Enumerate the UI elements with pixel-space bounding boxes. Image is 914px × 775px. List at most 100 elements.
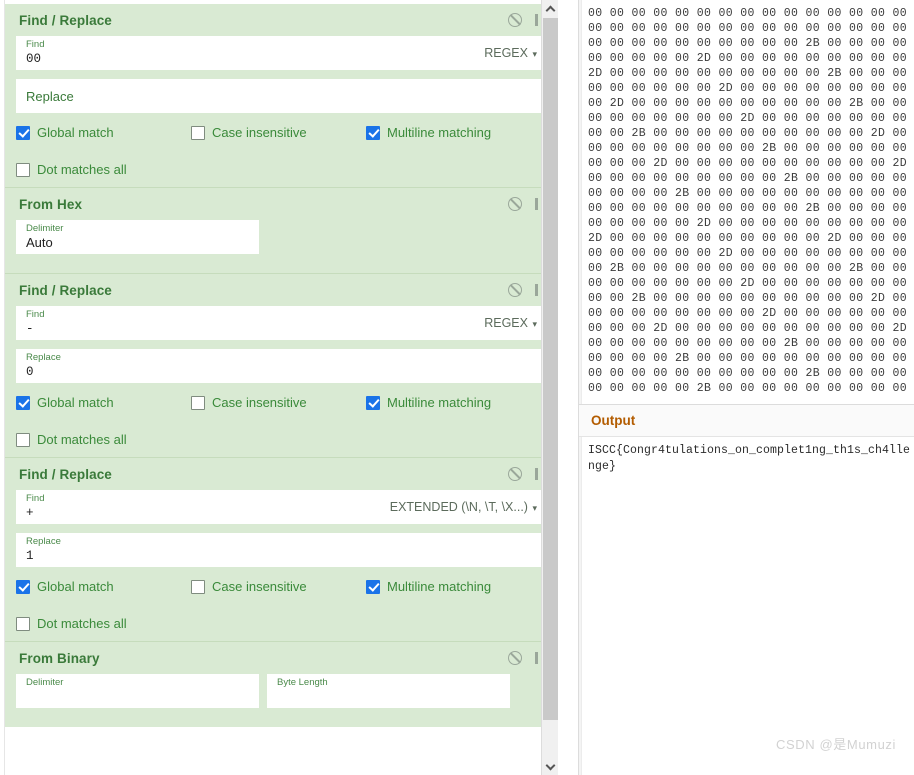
input-hex-line: 00 00 00 00 00 00 00 00 00 00 00 00 00 0…	[588, 22, 914, 35]
ban-icon[interactable]	[508, 467, 522, 481]
operation-title: Find / Replace	[19, 12, 112, 28]
operation-header[interactable]: From Hex	[5, 188, 558, 220]
input-hex-line: 00 00 00 00 00 2B 00 00 00 00 00 00 00 0…	[588, 382, 914, 395]
operation-arg-field[interactable]: Replace	[16, 79, 547, 113]
operation-arg-field[interactable]: Delimiter Auto	[16, 220, 259, 254]
checkbox-checked-icon[interactable]	[366, 579, 380, 594]
field-mode-dropdown[interactable]: REGEX ▾	[484, 316, 537, 330]
checkbox-checked-icon[interactable]	[16, 125, 30, 140]
operation-checkbox[interactable]: Dot matches all	[16, 162, 127, 177]
input-hex-line: 00 00 00 00 00 00 00 00 00 2B 00 00 00 0…	[588, 172, 914, 185]
operation-arg-field[interactable]: Replace 0	[16, 349, 547, 383]
io-pane: 00 00 00 00 00 00 00 00 00 00 00 00 00 0…	[578, 0, 914, 775]
recipe-operation[interactable]: Find / Replace Find - REGEX ▾ Replace 0 Global…	[5, 274, 558, 458]
ban-icon[interactable]	[508, 13, 522, 27]
field-row: Delimiter Auto	[5, 220, 558, 254]
input-hex-line: 00 2B 00 00 00 00 00 00 00 00 00 00 2B 0…	[588, 262, 914, 275]
output-gutter	[579, 437, 582, 775]
operation-checkbox[interactable]: Global match	[16, 395, 191, 410]
operation-arg-field[interactable]: Replace 1	[16, 533, 547, 567]
field-row: Replace 0	[5, 349, 558, 383]
operation-arg-field[interactable]: Find 00 REGEX ▾	[16, 36, 547, 70]
input-hex-line: 00 00 2B 00 00 00 00 00 00 00 00 00 00 2…	[588, 292, 914, 305]
input-hex-lines: 00 00 00 00 00 00 00 00 00 00 00 00 00 0…	[585, 6, 914, 396]
input-hex-line: 00 00 00 00 00 00 00 2D 00 00 00 00 00 0…	[588, 112, 914, 125]
field-row: Find 00 REGEX ▾	[5, 36, 558, 70]
input-hex-line: 2D 00 00 00 00 00 00 00 00 00 00 2B 00 0…	[588, 67, 914, 80]
operation-arg-field[interactable]: Delimiter	[16, 674, 259, 708]
operation-header[interactable]: From Binary	[5, 642, 558, 674]
ban-icon[interactable]	[508, 283, 522, 297]
field-value[interactable]: -	[26, 321, 537, 337]
operation-arg-field[interactable]: Find - REGEX ▾	[16, 306, 547, 340]
ban-icon[interactable]	[508, 197, 522, 211]
checkbox-unchecked-icon[interactable]	[16, 616, 30, 631]
input-hex-line: 00 00 00 00 00 00 2D 00 00 00 00 00 00 0…	[588, 82, 914, 95]
field-row: Find + EXTENDED (\N, \T, \X...) ▾	[5, 490, 558, 524]
field-value[interactable]: 00	[26, 51, 537, 67]
recipe-scrollbar[interactable]	[541, 0, 558, 775]
operation-header[interactable]: Find / Replace	[5, 458, 558, 490]
field-row: Find - REGEX ▾	[5, 306, 558, 340]
input-hex-line: 00 00 00 00 00 00 00 00 2B 00 00 00 00 0…	[588, 142, 914, 155]
operation-header[interactable]: Find / Replace	[5, 4, 558, 36]
checkbox-unchecked-icon[interactable]	[191, 125, 205, 140]
operation-header[interactable]: Find / Replace	[5, 274, 558, 306]
operation-checkbox[interactable]: Global match	[16, 125, 191, 140]
field-label: Delimiter	[26, 223, 64, 234]
recipe-operation[interactable]: Find / Replace Find + EXTENDED (\N, \T, \X.…	[5, 458, 558, 642]
operation-arg-field[interactable]: Find + EXTENDED (\N, \T, \X...) ▾	[16, 490, 547, 524]
field-value[interactable]: Auto	[26, 235, 249, 251]
field-placeholder: Replace	[26, 89, 74, 104]
input-hex-line: 00 00 00 00 00 00 00 00 00 00 2B 00 00 0…	[588, 37, 914, 50]
field-mode-dropdown[interactable]: REGEX ▾	[484, 46, 537, 60]
checkbox-checked-icon[interactable]	[366, 125, 380, 140]
operation-checkbox[interactable]: Dot matches all	[16, 432, 127, 447]
output-title: Output	[591, 413, 636, 428]
operation-arg-field[interactable]: Byte Length	[267, 674, 510, 708]
operation-checkbox[interactable]: Global match	[16, 579, 191, 594]
checkbox-checked-icon[interactable]	[16, 579, 30, 594]
operation-title: From Hex	[19, 196, 83, 212]
caret-down-icon: ▾	[529, 319, 537, 329]
checkbox-row: Dot matches all	[5, 616, 558, 631]
field-mode-dropdown[interactable]: EXTENDED (\N, \T, \X...) ▾	[390, 500, 537, 514]
input-editor[interactable]: 00 00 00 00 00 00 00 00 00 00 00 00 00 0…	[579, 0, 914, 404]
checkbox-row: Global match Case insensitive Multiline ma…	[5, 395, 558, 410]
operation-checkbox[interactable]: Multiline matching	[366, 125, 541, 140]
checkbox-checked-icon[interactable]	[366, 395, 380, 410]
operation-title: Find / Replace	[19, 282, 112, 298]
checkbox-label: Case insensitive	[212, 579, 307, 594]
checkbox-row: Global match Case insensitive Multiline ma…	[5, 125, 558, 140]
field-value[interactable]: 1	[26, 548, 537, 564]
operation-checkbox[interactable]: Multiline matching	[366, 395, 541, 410]
output-body[interactable]: ISCC{Congr4tulations_on_complet1ng_th1s_…	[579, 437, 914, 775]
input-hex-line: 00 00 00 00 00 00 00 00 00 00 00 00 00 0…	[588, 7, 914, 20]
recipe-operation[interactable]: From Hex Delimiter Auto	[5, 188, 558, 274]
operation-checkbox[interactable]: Case insensitive	[191, 395, 366, 410]
field-value[interactable]: 0	[26, 364, 537, 380]
recipe-operation-list: Find / Replace Find 00 REGEX ▾ Replace Global…	[5, 4, 558, 727]
operation-checkbox[interactable]: Case insensitive	[191, 579, 366, 594]
ban-icon[interactable]	[508, 651, 522, 665]
checkbox-row: Global match Case insensitive Multiline ma…	[5, 579, 558, 594]
recipe-operation[interactable]: From Binary Delimiter Byte Length	[5, 642, 558, 727]
recipe-scrollbar-thumb[interactable]	[543, 18, 558, 720]
operation-checkbox[interactable]: Multiline matching	[366, 579, 541, 594]
operation-checkbox[interactable]: Case insensitive	[191, 125, 366, 140]
checkbox-checked-icon[interactable]	[16, 395, 30, 410]
checkbox-unchecked-icon[interactable]	[16, 162, 30, 177]
operation-title: Find / Replace	[19, 466, 112, 482]
checkbox-unchecked-icon[interactable]	[191, 395, 205, 410]
input-hex-line: 00 00 2B 00 00 00 00 00 00 00 00 00 00 2…	[588, 127, 914, 140]
checkbox-unchecked-icon[interactable]	[16, 432, 30, 447]
operation-checkbox[interactable]: Dot matches all	[16, 616, 127, 631]
checkbox-unchecked-icon[interactable]	[191, 579, 205, 594]
chevron-up-icon[interactable]	[542, 0, 558, 17]
chevron-down-icon[interactable]	[542, 758, 558, 775]
recipe-operation[interactable]: Find / Replace Find 00 REGEX ▾ Replace Global…	[5, 4, 558, 188]
output-header: Output	[579, 405, 914, 437]
input-hex-line: 00 00 00 00 00 2D 00 00 00 00 00 00 00 0…	[588, 52, 914, 65]
field-label: Delimiter	[26, 677, 64, 688]
checkbox-label: Global match	[37, 395, 114, 410]
